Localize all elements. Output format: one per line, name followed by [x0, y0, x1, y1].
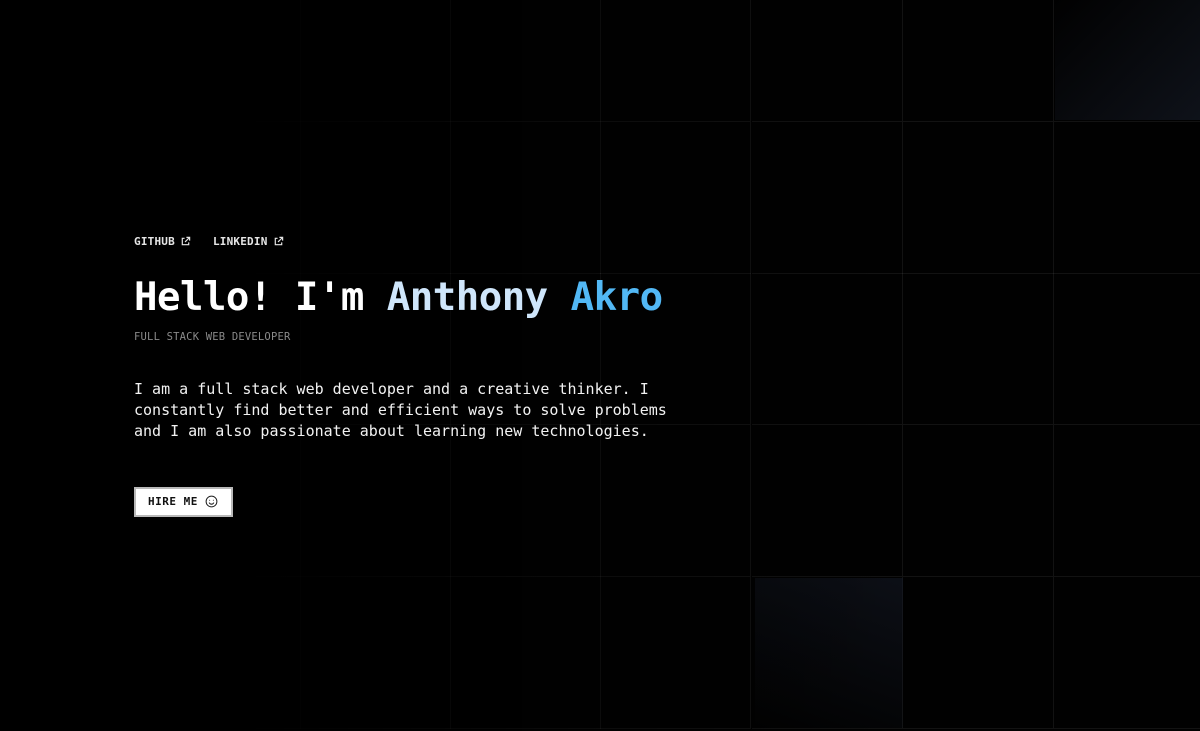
- grid-tile: [1054, 577, 1200, 729]
- hero-subtitle: FULL STACK WEB DEVELOPER: [134, 330, 291, 343]
- github-link-label: GITHUB: [134, 234, 175, 248]
- grid-tile: [300, 0, 451, 122]
- grid-tile: [0, 273, 151, 425]
- social-links: GITHUB LINKEDIN: [134, 232, 754, 250]
- smile-icon: [205, 495, 218, 508]
- grid-tile: [0, 425, 151, 577]
- linkedin-link-label: LINKEDIN: [212, 234, 268, 248]
- external-link-icon: [180, 236, 191, 247]
- grid-tile: [752, 0, 903, 122]
- grid-tile: [600, 0, 751, 122]
- grid-tile: [600, 577, 751, 729]
- grid-tile: [150, 0, 301, 122]
- hero-last-name: Akro: [570, 275, 663, 320]
- grid-tile: [0, 0, 151, 122]
- grid-tile: [0, 577, 151, 729]
- hire-me-button[interactable]: HIRE ME: [134, 486, 233, 517]
- hero-first-name: Anthony: [386, 275, 548, 320]
- portfolio-hero-page: GITHUB LINKEDIN Hello! I'm Anthony Akro …: [0, 0, 1200, 731]
- grid-tile: [0, 122, 151, 274]
- grid-tile: [752, 425, 903, 577]
- grid-tile: [1054, 0, 1200, 122]
- github-link[interactable]: GITHUB: [134, 235, 191, 248]
- grid-tile: [903, 577, 1054, 729]
- grid-tile: [450, 0, 601, 122]
- grid-tile: [903, 425, 1054, 577]
- grid-tile: [300, 577, 451, 729]
- grid-tile: [903, 0, 1054, 122]
- grid-tile: [903, 273, 1054, 425]
- grid-tile: [752, 273, 903, 425]
- grid-tile: [450, 577, 601, 729]
- hero-bio: I am a full stack web developer and a cr…: [134, 379, 667, 440]
- grid-tile: [1054, 122, 1200, 274]
- grid-tile: [752, 122, 903, 274]
- grid-tile: [903, 122, 1054, 274]
- grid-tile: [752, 577, 903, 729]
- hero-section: GITHUB LINKEDIN Hello! I'm Anthony Akro …: [134, 232, 754, 517]
- hire-me-label: HIRE ME: [148, 495, 198, 509]
- grid-tile: [1054, 425, 1200, 577]
- external-link-icon: [273, 236, 284, 247]
- grid-tile: [150, 577, 301, 729]
- hero-title: Hello! I'm Anthony Akro: [134, 275, 754, 321]
- hero-greeting: Hello! I'm: [134, 275, 364, 320]
- grid-tile: [1054, 273, 1200, 425]
- linkedin-link[interactable]: LINKEDIN: [213, 235, 284, 248]
